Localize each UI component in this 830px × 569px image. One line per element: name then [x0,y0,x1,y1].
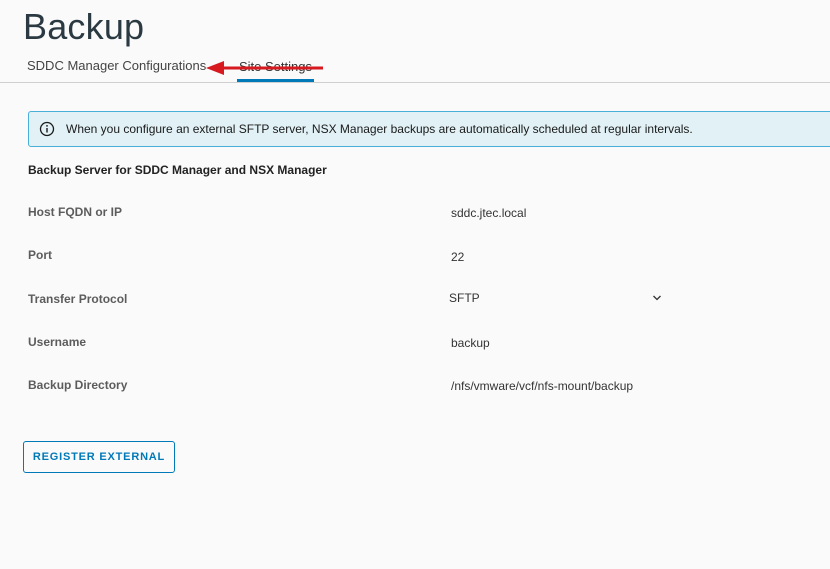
page-title: Backup [23,6,145,47]
backup-directory-value: /nfs/vmware/vcf/nfs-mount/backup [451,379,634,393]
host-label: Host FQDN or IP [28,205,123,219]
transfer-protocol-value: SFTP [449,291,480,305]
port-label: Port [28,248,52,262]
tab-sddc-manager-configurations[interactable]: SDDC Manager Configurations [27,58,206,73]
chevron-down-icon [653,295,661,301]
username-label: Username [28,335,87,349]
transfer-protocol-label: Transfer Protocol [28,292,128,306]
transfer-protocol-select[interactable]: SFTP [449,291,664,309]
alert-message: When you configure an external SFTP serv… [66,122,693,136]
register-external-button[interactable]: REGISTER EXTERNAL [23,441,175,473]
info-alert: When you configure an external SFTP serv… [28,111,830,147]
username-value: backup [451,336,490,350]
info-icon [39,121,55,137]
section-heading: Backup Server for SDDC Manager and NSX M… [28,163,327,177]
backup-page: Backup SDDC Manager Configurations Site … [0,0,830,569]
backup-directory-label: Backup Directory [28,378,128,392]
annotation-arrow-icon [206,61,323,75]
host-value: sddc.jtec.local [451,206,527,220]
port-value: 22 [451,250,465,264]
tab-bar: SDDC Manager Configurations Site Setting… [0,52,830,83]
